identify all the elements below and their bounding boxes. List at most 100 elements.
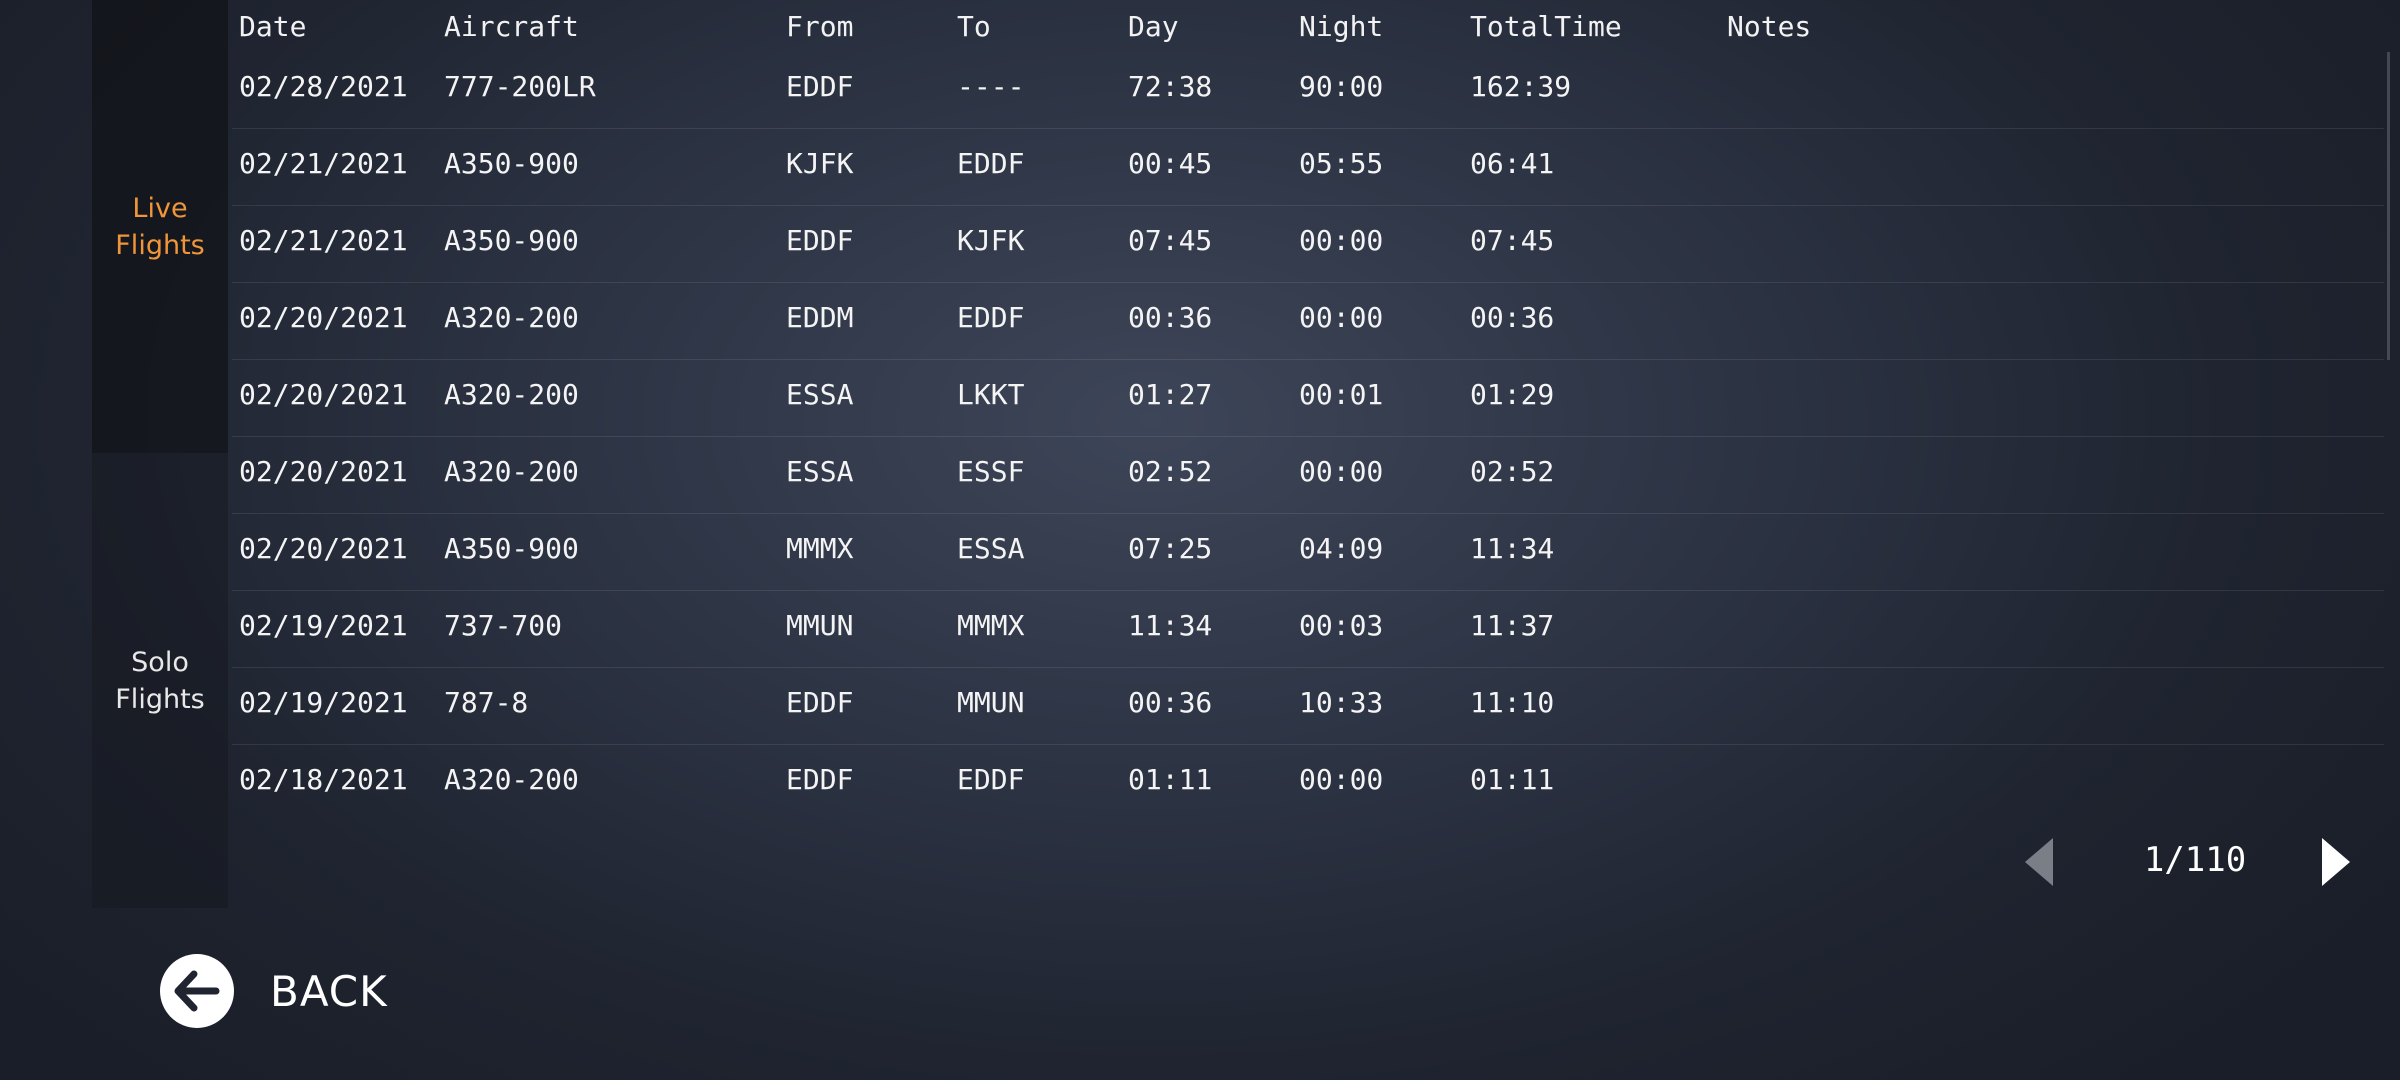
cell-total: 01:29 bbox=[1470, 378, 1555, 411]
cell-day: 00:36 bbox=[1128, 301, 1213, 334]
cell-date: 02/20/2021 bbox=[239, 532, 408, 565]
cell-date: 02/19/2021 bbox=[239, 609, 408, 642]
cell-day: 01:27 bbox=[1128, 378, 1213, 411]
cell-day: 07:25 bbox=[1128, 532, 1213, 565]
cell-from: EDDF bbox=[786, 224, 854, 257]
header-notes: Notes bbox=[1727, 10, 1812, 43]
table-scrollbar[interactable] bbox=[2387, 52, 2390, 360]
header-aircraft: Aircraft bbox=[444, 10, 579, 43]
cell-day: 00:45 bbox=[1128, 147, 1213, 180]
back-button[interactable]: BACK bbox=[160, 954, 388, 1028]
cell-from: ESSA bbox=[786, 455, 854, 488]
cell-total: 162:39 bbox=[1470, 70, 1572, 103]
cell-to: EDDF bbox=[957, 301, 1025, 334]
cell-night: 00:00 bbox=[1299, 224, 1384, 257]
cell-night: 00:00 bbox=[1299, 455, 1384, 488]
cell-from: MMMX bbox=[786, 532, 854, 565]
table-row[interactable]: 02/18/2021 A320-200 EDDF EDDF 01:11 00:00 01:1… bbox=[232, 745, 2384, 821]
cell-date: 02/21/2021 bbox=[239, 147, 408, 180]
tab-live-flights-label-line2: Flights bbox=[115, 229, 205, 261]
cell-total: 06:41 bbox=[1470, 147, 1555, 180]
tab-solo-flights-label-line1: Solo bbox=[131, 646, 189, 678]
table-row[interactable]: 02/21/2021 A350-900 KJFK EDDF 00:45 05:55 06:4… bbox=[232, 129, 2384, 206]
cell-aircraft: A320-200 bbox=[444, 763, 579, 796]
cell-to: EDDF bbox=[957, 147, 1025, 180]
cell-date: 02/20/2021 bbox=[239, 378, 408, 411]
header-total-time: TotalTime bbox=[1470, 10, 1622, 43]
cell-aircraft: 737-700 bbox=[444, 609, 563, 642]
cell-aircraft: A320-200 bbox=[444, 455, 579, 488]
table-row[interactable]: 02/21/2021 A350-900 EDDF KJFK 07:45 00:00 07:4… bbox=[232, 206, 2384, 283]
cell-total: 01:11 bbox=[1470, 763, 1555, 796]
table-row[interactable]: 02/20/2021 A320-200 EDDM EDDF 00:36 00:00 00:3… bbox=[232, 283, 2384, 360]
cell-from: EDDM bbox=[786, 301, 854, 334]
cell-to: LKKT bbox=[957, 378, 1025, 411]
arrow-left-circle-icon bbox=[160, 954, 234, 1028]
cell-night: 00:01 bbox=[1299, 378, 1384, 411]
table-row[interactable]: 02/20/2021 A320-200 ESSA ESSF 02:52 00:00 02:5… bbox=[232, 437, 2384, 514]
cell-night: 90:00 bbox=[1299, 70, 1384, 103]
cell-aircraft: A350-900 bbox=[444, 147, 579, 180]
cell-from: ESSA bbox=[786, 378, 854, 411]
table-row[interactable]: 02/20/2021 A320-200 ESSA LKKT 01:27 00:01 01:2… bbox=[232, 360, 2384, 437]
cell-total: 11:34 bbox=[1470, 532, 1555, 565]
cell-total: 00:36 bbox=[1470, 301, 1555, 334]
pagination: 1/110 bbox=[2010, 830, 2360, 894]
cell-from: KJFK bbox=[786, 147, 854, 180]
cell-night: 04:09 bbox=[1299, 532, 1384, 565]
cell-date: 02/21/2021 bbox=[239, 224, 408, 257]
cell-aircraft: A350-900 bbox=[444, 532, 579, 565]
cell-day: 01:11 bbox=[1128, 763, 1213, 796]
cell-from: EDDF bbox=[786, 763, 854, 796]
cell-date: 02/20/2021 bbox=[239, 301, 408, 334]
cell-night: 10:33 bbox=[1299, 686, 1384, 719]
flight-type-sidebar: Live Flights Solo Flights bbox=[92, 0, 228, 908]
cell-aircraft: 787-8 bbox=[444, 686, 529, 719]
tab-live-flights[interactable]: Live Flights bbox=[92, 0, 228, 453]
cell-aircraft: A320-200 bbox=[444, 301, 579, 334]
cell-day: 02:52 bbox=[1128, 455, 1213, 488]
cell-date: 02/18/2021 bbox=[239, 763, 408, 796]
cell-to: MMMX bbox=[957, 609, 1025, 642]
header-to: To bbox=[957, 10, 991, 43]
cell-total: 07:45 bbox=[1470, 224, 1555, 257]
table-row[interactable]: 02/20/2021 A350-900 MMMX ESSA 07:25 04:09 11:3… bbox=[232, 514, 2384, 591]
triangle-right-icon[interactable] bbox=[2322, 838, 2350, 886]
cell-day: 11:34 bbox=[1128, 609, 1213, 642]
cell-to: KJFK bbox=[957, 224, 1025, 257]
cell-night: 00:00 bbox=[1299, 763, 1384, 796]
table-row[interactable]: 02/28/2021 777-200LR EDDF ---- 72:38 90:00 162… bbox=[232, 52, 2384, 129]
cell-night: 05:55 bbox=[1299, 147, 1384, 180]
cell-day: 00:36 bbox=[1128, 686, 1213, 719]
logbook-table-header: Date Aircraft From To Day Night TotalTim… bbox=[0, 0, 2400, 54]
triangle-left-icon[interactable] bbox=[2025, 838, 2053, 886]
header-date: Date bbox=[239, 10, 307, 43]
back-label: BACK bbox=[270, 966, 388, 1016]
cell-date: 02/28/2021 bbox=[239, 70, 408, 103]
table-row[interactable]: 02/19/2021 787-8 EDDF MMUN 00:36 10:33 11:10 bbox=[232, 668, 2384, 745]
cell-day: 07:45 bbox=[1128, 224, 1213, 257]
tab-live-flights-label-line1: Live bbox=[132, 192, 188, 224]
cell-to: ESSA bbox=[957, 532, 1025, 565]
cell-night: 00:03 bbox=[1299, 609, 1384, 642]
cell-total: 11:37 bbox=[1470, 609, 1555, 642]
cell-from: EDDF bbox=[786, 686, 854, 719]
cell-to: MMUN bbox=[957, 686, 1025, 719]
cell-date: 02/20/2021 bbox=[239, 455, 408, 488]
cell-to: ESSF bbox=[957, 455, 1025, 488]
page-indicator: 1/110 bbox=[2143, 840, 2247, 880]
cell-from: EDDF bbox=[786, 70, 854, 103]
header-night: Night bbox=[1299, 10, 1384, 43]
table-row[interactable]: 02/19/2021 737-700 MMUN MMMX 11:34 00:03 11:37 bbox=[232, 591, 2384, 668]
tab-solo-flights[interactable]: Solo Flights bbox=[92, 453, 228, 908]
cell-total: 02:52 bbox=[1470, 455, 1555, 488]
header-day: Day bbox=[1128, 10, 1179, 43]
cell-date: 02/19/2021 bbox=[239, 686, 408, 719]
cell-to: EDDF bbox=[957, 763, 1025, 796]
cell-night: 00:00 bbox=[1299, 301, 1384, 334]
cell-to: ---- bbox=[957, 70, 1025, 103]
logbook-table-body: 02/28/2021 777-200LR EDDF ---- 72:38 90:00 162… bbox=[232, 52, 2384, 821]
cell-aircraft: 777-200LR bbox=[444, 70, 596, 103]
cell-total: 11:10 bbox=[1470, 686, 1555, 719]
cell-aircraft: A320-200 bbox=[444, 378, 579, 411]
